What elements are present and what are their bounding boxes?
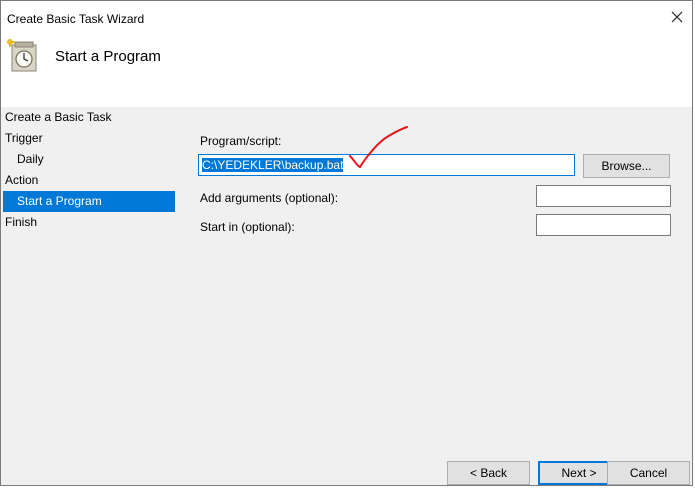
close-icon (671, 11, 683, 26)
step-daily[interactable]: Daily (1, 149, 181, 170)
start-in-label: Start in (optional): (200, 220, 295, 234)
program-script-label: Program/script: (200, 134, 282, 148)
program-script-value: C:\YEDEKLER\backup.bat (202, 158, 344, 172)
page-title: Start a Program (55, 48, 161, 65)
title-bar: Create Basic Task Wizard (1, 1, 692, 35)
step-finish[interactable]: Finish (1, 212, 181, 233)
step-create-basic-task[interactable]: Create a Basic Task (1, 107, 181, 128)
arguments-input[interactable] (536, 185, 671, 207)
step-start-a-program[interactable]: Start a Program (3, 191, 175, 212)
cancel-button[interactable]: Cancel (607, 461, 690, 485)
step-action[interactable]: Action (1, 170, 181, 191)
checkmark-annotation-icon (341, 121, 421, 174)
back-button[interactable]: < Back (447, 461, 530, 485)
wizard-header: Start a Program (1, 35, 692, 107)
wizard-steps: Create a Basic Task Trigger Daily Action… (1, 107, 181, 233)
window-title: Create Basic Task Wizard (7, 12, 145, 26)
wizard-window: Create Basic Task Wizard Start a Program… (0, 0, 693, 486)
arguments-label: Add arguments (optional): (200, 191, 339, 205)
step-trigger[interactable]: Trigger (1, 128, 181, 149)
task-scheduler-clock-icon (4, 36, 39, 73)
close-button[interactable] (666, 7, 688, 29)
browse-button[interactable]: Browse... (583, 154, 670, 178)
start-in-input[interactable] (536, 214, 671, 236)
